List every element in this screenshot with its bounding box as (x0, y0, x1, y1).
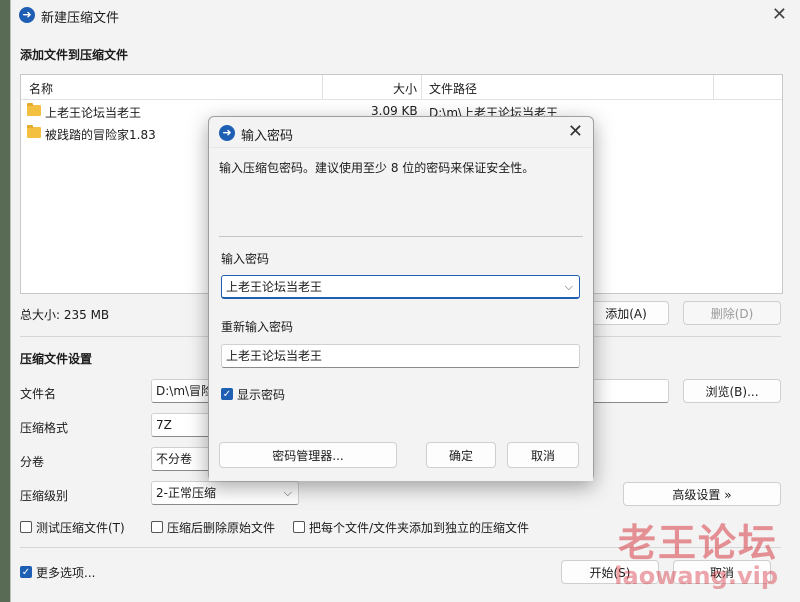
dialog-close-icon[interactable]: ✕ (568, 121, 583, 142)
desktop-background-strip (0, 0, 10, 602)
window-title: 新建压缩文件 (41, 11, 120, 26)
level-label: 压缩级别 (20, 489, 69, 503)
file-list-header: 名称 大小 文件路径 (21, 75, 782, 100)
column-size[interactable]: 大小 (393, 80, 417, 97)
chevron-down-icon: ⌵ (283, 486, 292, 499)
add-files-heading: 添加文件到压缩文件 (20, 48, 129, 62)
more-options-checkbox[interactable]: ✓ (20, 566, 32, 578)
delete-source-label: 压缩后删除原始文件 (167, 521, 276, 535)
password-value: 上老王论坛当老王 (226, 280, 323, 294)
separate-archives-label: 把每个文件/文件夹添加到独立的压缩文件 (309, 521, 530, 535)
password-dialog: ➜ 输入密码 ✕ 输入压缩包密码。建议使用至少 8 位的密码来保证安全性。 输入… (208, 116, 594, 481)
level-value: 2-正常压缩 (156, 486, 216, 500)
dialog-cancel-button[interactable]: 取消 (507, 442, 579, 468)
ok-button[interactable]: 确定 (426, 442, 496, 468)
volume-label: 分卷 (20, 455, 45, 469)
test-archive-checkbox[interactable] (20, 521, 32, 533)
dialog-logo-icon: ➜ (219, 125, 235, 141)
dialog-title: 输入密码 (241, 129, 294, 144)
separate-archives-checkbox[interactable] (293, 521, 305, 533)
window-close-icon[interactable]: ✕ (772, 4, 787, 25)
delete-button[interactable]: 删除(D) (683, 301, 781, 325)
folder-icon (27, 103, 41, 116)
dialog-divider (219, 236, 583, 237)
folder-icon (27, 125, 41, 138)
chevron-down-icon[interactable]: ⌵ (565, 276, 573, 297)
level-select[interactable]: 2-正常压缩 ⌵ (151, 481, 299, 505)
show-password-checkbox[interactable]: ✓ (221, 388, 233, 400)
file-name: 上老王论坛当老王 (45, 106, 142, 120)
confirm-password-label: 重新输入密码 (221, 320, 294, 334)
total-size-text: 总大小: 235 MB (20, 308, 110, 322)
add-button[interactable]: 添加(A) (583, 301, 669, 325)
password-manager-button[interactable]: 密码管理器... (219, 442, 397, 468)
delete-source-checkbox[interactable] (151, 521, 163, 533)
password-input[interactable]: 上老王论坛当老王 ⌵ (221, 275, 580, 299)
watermark-url: laowang.vip (614, 562, 778, 590)
dialog-body: 输入压缩包密码。建议使用至少 8 位的密码来保证安全性。 输入密码 上老王论坛当… (209, 147, 593, 481)
column-name[interactable]: 名称 (29, 80, 53, 97)
watermark-text: 老王论坛 (617, 521, 778, 565)
more-options-label: 更多选项... (36, 566, 96, 580)
format-value: 7Z (156, 418, 172, 432)
test-archive-label: 测试压缩文件(T) (36, 521, 125, 535)
dialog-description: 输入压缩包密码。建议使用至少 8 位的密码来保证安全性。 (219, 161, 535, 175)
show-password-label: 显示密码 (237, 388, 286, 402)
volume-value: 不分卷 (156, 452, 193, 466)
advanced-settings-button[interactable]: 高级设置 » (623, 482, 781, 506)
confirm-password-input[interactable]: 上老王论坛当老王 (221, 344, 580, 368)
filename-label: 文件名 (20, 387, 57, 401)
app-logo-icon: ➜ (19, 7, 35, 23)
browse-button[interactable]: 浏览(B)... (683, 379, 781, 403)
settings-heading: 压缩文件设置 (20, 352, 93, 366)
password-label: 输入密码 (221, 252, 270, 266)
format-label: 压缩格式 (20, 421, 69, 435)
title-bar: ➜ 新建压缩文件 ✕ (11, 0, 800, 30)
column-path[interactable]: 文件路径 (429, 80, 477, 97)
file-name: 被践踏的冒险家1.83 (45, 128, 156, 142)
